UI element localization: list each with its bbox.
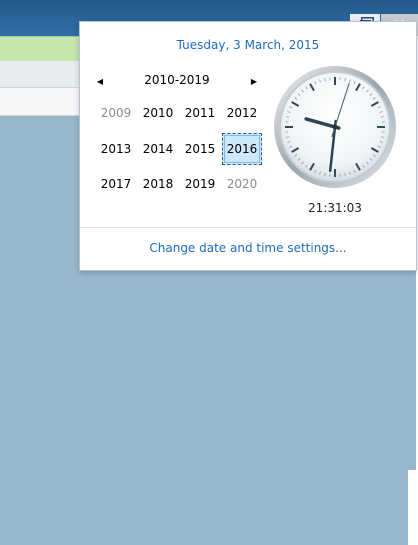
year-cell-2019[interactable]: 2019: [180, 168, 220, 200]
analog-clock: [274, 66, 396, 188]
next-decade-icon[interactable]: ▶: [247, 72, 261, 90]
change-date-time-settings-link[interactable]: Change date and time settings...: [80, 241, 416, 255]
year-cell-2015[interactable]: 2015: [180, 133, 220, 165]
background-toolbar: [0, 61, 80, 88]
year-cell-2010[interactable]: 2010: [138, 97, 178, 129]
decade-navigation: ◀ 2010-2019 ▶: [93, 72, 259, 90]
year-cell-2009[interactable]: 2009: [96, 97, 136, 129]
year-cell-2020[interactable]: 2020: [222, 168, 262, 200]
year-cell-2012[interactable]: 2012: [222, 97, 262, 129]
year-cell-2017[interactable]: 2017: [96, 168, 136, 200]
year-cell-2016[interactable]: 2016: [222, 133, 262, 165]
year-cell-2014[interactable]: 2014: [138, 133, 178, 165]
background-window-corner: [408, 470, 418, 545]
current-date-link[interactable]: Tuesday, 3 March, 2015: [80, 38, 416, 52]
date-time-flyout: Tuesday, 3 March, 2015 ◀ 2010-2019 ▶ 200…: [79, 21, 417, 271]
background-green-bar: [0, 36, 80, 62]
year-cell-2013[interactable]: 2013: [96, 133, 136, 165]
year-grid: 2009 2010 2011 2012 2013 2014 2015 2016 2017 2018…: [96, 97, 264, 205]
flyout-divider: [80, 227, 416, 228]
digital-time: 21:31:03: [308, 201, 362, 215]
background-panel-strip: [0, 88, 80, 116]
year-cell-2011[interactable]: 2011: [180, 97, 220, 129]
clock-center-hub: [332, 124, 338, 130]
previous-decade-icon[interactable]: ◀: [93, 72, 107, 90]
year-cell-2018[interactable]: 2018: [138, 168, 178, 200]
decade-title[interactable]: 2010-2019: [113, 73, 241, 87]
